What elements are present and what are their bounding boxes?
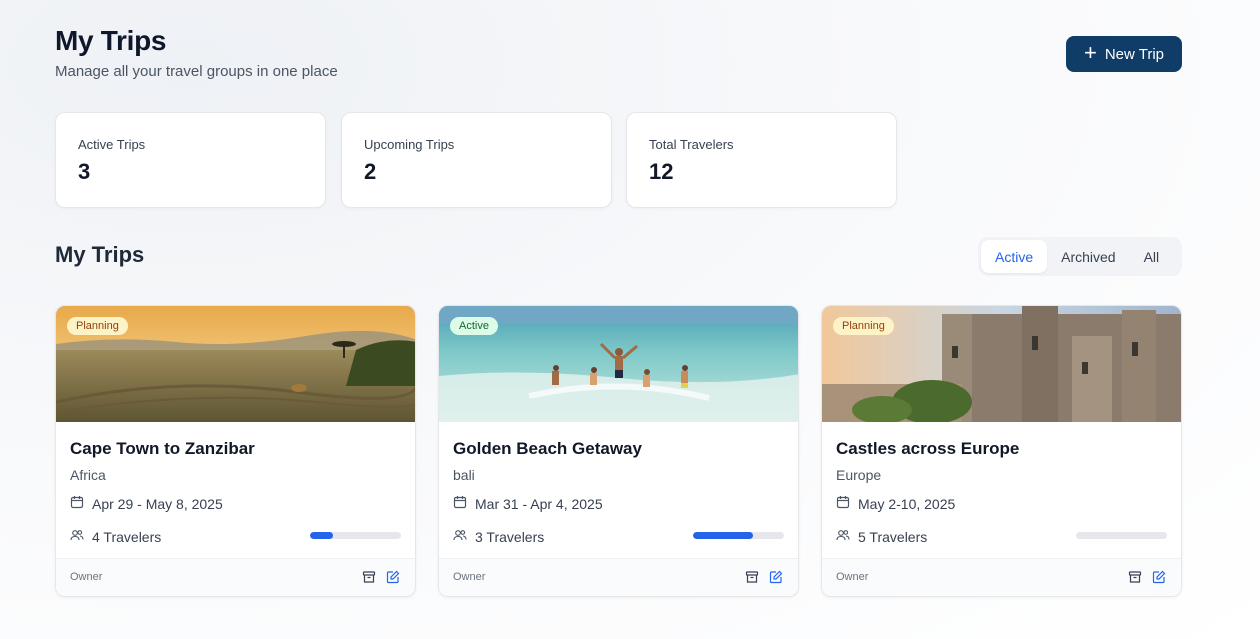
trip-progress-bar xyxy=(1076,532,1167,539)
trip-travelers: 5 Travelers xyxy=(836,528,927,545)
stat-label: Upcoming Trips xyxy=(364,137,455,152)
trip-travelers-text: 3 Travelers xyxy=(475,528,545,545)
users-icon xyxy=(70,528,84,545)
trip-filter-tabs: Active Archived All xyxy=(978,237,1182,276)
trip-location: Africa xyxy=(70,467,106,483)
trip-card-cape-town[interactable]: Planning Cape Town to Zanzibar Africa Ap… xyxy=(55,305,416,597)
edit-icon[interactable] xyxy=(385,569,401,585)
trip-travelers-text: 4 Travelers xyxy=(92,528,162,545)
card-footer: Owner xyxy=(822,558,1181,596)
status-badge: Planning xyxy=(833,317,894,335)
card-footer: Owner xyxy=(56,558,415,596)
page-title: My Trips xyxy=(55,25,167,56)
role-label: Owner xyxy=(70,571,103,583)
beach-photo: Active xyxy=(439,306,798,422)
card-actions xyxy=(1127,569,1167,585)
trip-location: Europe xyxy=(836,467,882,483)
trip-dates-text: Apr 29 - May 8, 2025 xyxy=(92,495,223,512)
archive-icon[interactable] xyxy=(1127,569,1143,585)
stat-card-upcoming-trips: Upcoming Trips 2 xyxy=(341,112,612,208)
page-subtitle: Manage all your travel groups in one pla… xyxy=(55,63,338,80)
trip-travelers-text: 5 Travelers xyxy=(858,528,928,545)
trip-title: Golden Beach Getaway xyxy=(453,439,642,458)
trip-card-golden-beach[interactable]: Active Golden Beach Getaway bali Mar 31 … xyxy=(438,305,799,597)
trip-dates-text: Mar 31 - Apr 4, 2025 xyxy=(475,495,603,512)
users-icon xyxy=(836,528,850,545)
trip-card-castles-europe[interactable]: Planning Castles across Europe Europe Ma… xyxy=(821,305,1182,597)
trip-dates: May 2-10, 2025 xyxy=(836,495,955,512)
castle-photo: Planning xyxy=(822,306,1181,422)
trip-title: Castles across Europe xyxy=(836,439,1020,458)
trip-progress-fill xyxy=(310,532,333,539)
plus-icon: + xyxy=(1083,40,1097,65)
stat-value: 12 xyxy=(649,159,674,184)
trip-dates: Apr 29 - May 8, 2025 xyxy=(70,495,223,512)
trip-dates-text: May 2-10, 2025 xyxy=(858,495,956,512)
my-trips-page: My Trips Manage all your travel groups i… xyxy=(55,0,1182,639)
card-actions xyxy=(361,569,401,585)
status-badge: Active xyxy=(450,317,498,335)
calendar-icon xyxy=(453,495,467,512)
stat-value: 3 xyxy=(78,159,91,184)
section-title: My Trips xyxy=(55,242,145,267)
new-trip-label: New Trip xyxy=(1104,45,1165,63)
stat-label: Active Trips xyxy=(78,137,146,152)
stat-value: 2 xyxy=(364,159,377,184)
trip-progress-bar xyxy=(693,532,784,539)
stat-card-active-trips: Active Trips 3 xyxy=(55,112,326,208)
card-actions xyxy=(744,569,784,585)
trip-progress-bar xyxy=(310,532,401,539)
stat-card-total-travelers: Total Travelers 12 xyxy=(626,112,897,208)
archive-icon[interactable] xyxy=(361,569,377,585)
tab-active[interactable]: Active xyxy=(981,240,1048,273)
status-badge: Planning xyxy=(67,317,128,335)
trip-dates: Mar 31 - Apr 4, 2025 xyxy=(453,495,603,512)
new-trip-button[interactable]: + New Trip xyxy=(1066,36,1182,72)
trip-travelers: 4 Travelers xyxy=(70,528,161,545)
savanna-photo: Planning xyxy=(56,306,415,422)
calendar-icon xyxy=(70,495,84,512)
users-icon xyxy=(453,528,467,545)
archive-icon[interactable] xyxy=(744,569,760,585)
tab-all[interactable]: All xyxy=(1130,240,1174,273)
trip-travelers: 3 Travelers xyxy=(453,528,544,545)
edit-icon[interactable] xyxy=(768,569,784,585)
tab-archived[interactable]: Archived xyxy=(1047,240,1129,273)
edit-icon[interactable] xyxy=(1151,569,1167,585)
role-label: Owner xyxy=(836,571,869,583)
trip-title: Cape Town to Zanzibar xyxy=(70,439,255,458)
role-label: Owner xyxy=(453,571,486,583)
trip-progress-fill xyxy=(693,532,754,539)
trip-location: bali xyxy=(453,467,475,483)
calendar-icon xyxy=(836,495,850,512)
card-footer: Owner xyxy=(439,558,798,596)
stat-label: Total Travelers xyxy=(649,137,734,152)
